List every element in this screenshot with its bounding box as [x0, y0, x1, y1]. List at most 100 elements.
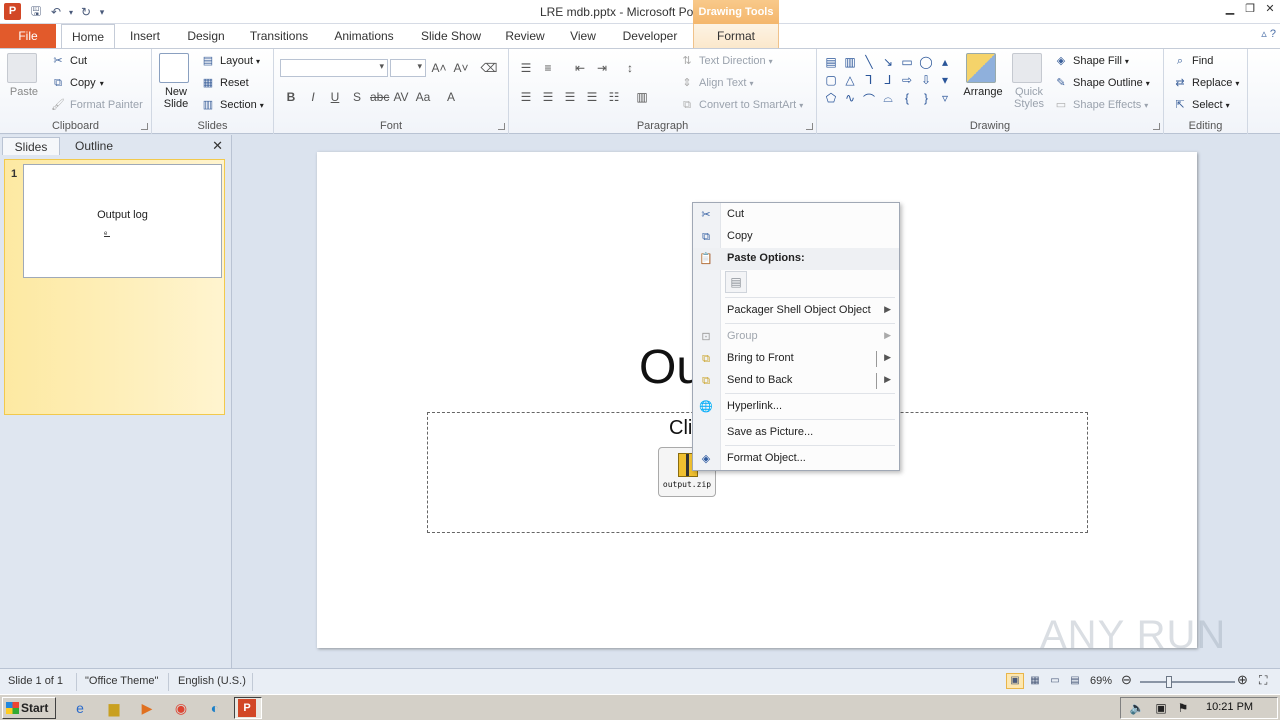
help-icon[interactable]: ▵ ?: [1261, 27, 1276, 40]
tab-format[interactable]: Format: [693, 24, 779, 48]
replace-button[interactable]: ⇄ Replace ▾: [1172, 76, 1239, 90]
close-icon[interactable]: ✕: [1260, 0, 1280, 18]
drawing-launcher-icon[interactable]: [1153, 123, 1160, 130]
submenu-arrow-icon[interactable]: ▶: [884, 374, 891, 385]
align-text-button[interactable]: ⇕ Align Text ▾: [679, 76, 753, 90]
menu-item-hyperlink[interactable]: 🌐 Hyperlink...: [693, 396, 899, 418]
text-direction-button[interactable]: ⇅ Text Direction ▾: [679, 54, 772, 68]
underline-icon[interactable]: U: [326, 90, 344, 104]
slide-show-icon[interactable]: ▤: [1066, 673, 1084, 689]
slide-thumbnail-selected[interactable]: 1 Output log e: [4, 159, 225, 415]
tab-insert[interactable]: Insert: [122, 24, 168, 48]
section-button[interactable]: ▥ Section ▾: [200, 98, 264, 112]
fit-to-window-icon[interactable]: ⛶: [1259, 673, 1267, 688]
layout-button[interactable]: ▤ Layout ▾: [200, 54, 260, 68]
bold-icon[interactable]: B: [282, 90, 300, 104]
reading-view-icon[interactable]: ▭: [1046, 673, 1064, 689]
tab-view[interactable]: View: [563, 24, 603, 48]
shape-outline-button[interactable]: ✎ Shape Outline ▾: [1053, 76, 1149, 90]
font-color-icon[interactable]: A: [442, 90, 460, 104]
taskbar-powerpoint-button[interactable]: P: [234, 697, 262, 719]
font-name-combo[interactable]: [280, 59, 388, 77]
slide-sorter-icon[interactable]: ▦: [1026, 673, 1044, 689]
restore-icon[interactable]: ❐: [1240, 0, 1260, 18]
copy-button[interactable]: ⧉ Copy ▾: [50, 76, 104, 90]
arrange-button[interactable]: Arrange: [963, 53, 1003, 98]
zoom-slider-track[interactable]: [1140, 681, 1235, 683]
select-button[interactable]: ⇱ Select ▾: [1172, 98, 1229, 112]
zoom-level[interactable]: 69%: [1090, 675, 1112, 687]
submenu-arrow-icon[interactable]: ▶: [884, 352, 891, 363]
justify-icon[interactable]: ☰: [583, 90, 601, 104]
strikethrough-icon[interactable]: abc: [370, 90, 389, 104]
tab-slides-panel[interactable]: Slides: [2, 137, 60, 155]
new-slide-button[interactable]: New Slide: [158, 53, 194, 110]
bullets-icon[interactable]: ☰: [517, 61, 535, 75]
paste-option-icon[interactable]: ▤: [725, 271, 747, 293]
theme-status[interactable]: "Office Theme": [85, 675, 158, 687]
slide-thumbnail[interactable]: Output log e: [23, 164, 222, 278]
menu-item-save-as-picture[interactable]: Save as Picture...: [693, 422, 899, 444]
normal-view-icon[interactable]: ▣: [1006, 673, 1024, 689]
font-size-combo[interactable]: [390, 59, 426, 77]
cut-button[interactable]: ✂ Cut: [50, 54, 87, 68]
italic-icon[interactable]: I: [304, 90, 322, 104]
shapes-gallery[interactable]: ▤ ▥ ╲ ↘ ▭ ◯ ▴ ▢ △ ⅂ ⅃ ⇨ ⇩ ▾ ⬠ ∿ ⌒ ⌓ {} ▿: [822, 55, 958, 107]
paragraph-launcher-icon[interactable]: [806, 123, 813, 130]
tab-outline-panel[interactable]: Outline: [64, 137, 124, 155]
tab-slide-show[interactable]: Slide Show: [415, 24, 487, 48]
distributed-icon[interactable]: ☷: [605, 90, 623, 104]
tab-developer[interactable]: Developer: [616, 24, 684, 48]
align-center-icon[interactable]: ☰: [539, 90, 557, 104]
volume-icon[interactable]: 🔈: [1127, 698, 1147, 718]
shrink-font-icon[interactable]: A˅: [452, 61, 470, 75]
tab-design[interactable]: Design: [180, 24, 232, 48]
menu-item-copy[interactable]: ⧉ Copy: [693, 226, 899, 248]
shape-effects-button[interactable]: ▭ Shape Effects ▾: [1053, 98, 1149, 112]
clock[interactable]: 10:21 PM: [1206, 701, 1253, 713]
network-icon[interactable]: ▣: [1151, 698, 1171, 718]
close-panel-icon[interactable]: ✕: [212, 138, 223, 154]
ie-icon[interactable]: e: [70, 698, 90, 718]
quick-styles-button[interactable]: Quick Styles: [1009, 53, 1049, 110]
explorer-icon[interactable]: ▆: [104, 698, 124, 718]
zoom-out-icon[interactable]: ⊖: [1121, 672, 1132, 688]
tab-transitions[interactable]: Transitions: [245, 24, 313, 48]
find-button[interactable]: ⌕ Find: [1172, 54, 1214, 68]
font-launcher-icon[interactable]: [498, 123, 505, 130]
minimize-icon[interactable]: ▁: [1220, 0, 1240, 18]
reset-button[interactable]: ▦ Reset: [200, 76, 249, 90]
menu-item-cut[interactable]: ✂ Cut: [693, 204, 899, 226]
zoom-in-icon[interactable]: ⊕: [1237, 672, 1248, 688]
paste-button[interactable]: Paste: [6, 53, 42, 98]
shadow-icon[interactable]: S: [348, 90, 366, 104]
start-button[interactable]: Start: [2, 697, 56, 719]
grow-font-icon[interactable]: A˄: [430, 61, 448, 75]
line-spacing-icon[interactable]: ↕: [621, 61, 639, 75]
tab-animations[interactable]: Animations: [329, 24, 399, 48]
numbering-icon[interactable]: ≡: [539, 61, 557, 75]
increase-indent-icon[interactable]: ⇥: [593, 61, 611, 75]
shape-fill-button[interactable]: ◈ Shape Fill ▾: [1053, 54, 1129, 68]
menu-item-packager-object[interactable]: Packager Shell Object Object ▶: [693, 300, 899, 322]
decrease-indent-icon[interactable]: ⇤: [571, 61, 589, 75]
change-case-icon[interactable]: Aa: [414, 90, 432, 104]
menu-item-bring-to-front[interactable]: ⧉ Bring to Front ▶: [693, 348, 899, 370]
zoom-slider-thumb[interactable]: [1166, 676, 1172, 688]
menu-item-format-object[interactable]: ◈ Format Object...: [693, 448, 899, 470]
menu-item-send-to-back[interactable]: ⧉ Send to Back ▶: [693, 370, 899, 392]
tab-review[interactable]: Review: [500, 24, 550, 48]
clipboard-launcher-icon[interactable]: [141, 123, 148, 130]
tab-file[interactable]: File: [0, 24, 56, 48]
convert-smartart-button[interactable]: ⧉ Convert to SmartArt ▾: [679, 98, 803, 112]
columns-icon[interactable]: ▥: [633, 90, 651, 104]
edge-icon[interactable]: ◐: [205, 698, 225, 718]
flag-icon[interactable]: ⚑: [1173, 698, 1193, 718]
align-left-icon[interactable]: ☰: [517, 90, 535, 104]
clear-formatting-icon[interactable]: ⌫: [480, 61, 498, 75]
format-painter-button[interactable]: 🖌 Format Painter: [50, 98, 143, 112]
chrome-icon[interactable]: ◉: [171, 698, 191, 718]
menu-item-group[interactable]: ⊡ Group ▶: [693, 326, 899, 348]
media-player-icon[interactable]: ▶: [137, 698, 157, 718]
character-spacing-icon[interactable]: AV: [392, 90, 410, 104]
